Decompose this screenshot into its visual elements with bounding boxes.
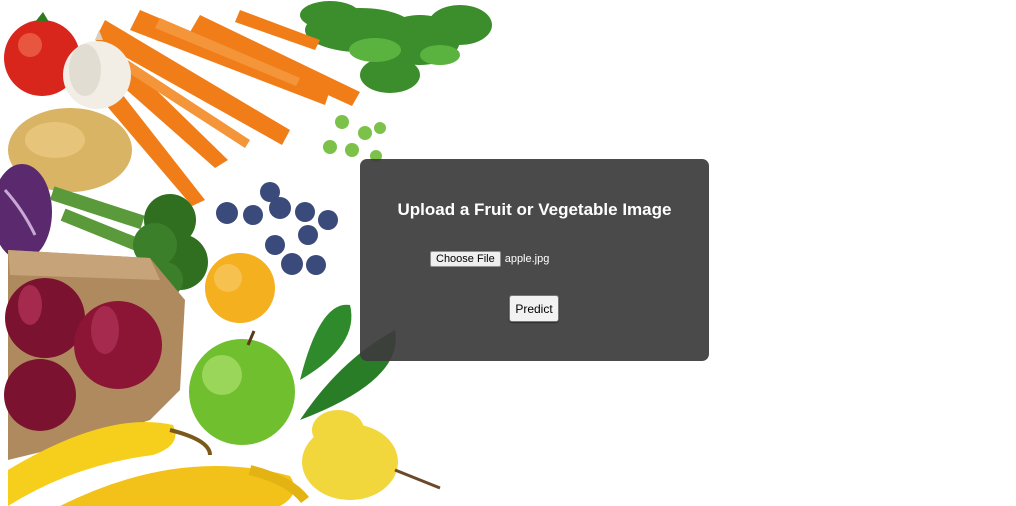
upload-panel: Upload a Fruit or Vegetable Image Choose… — [360, 159, 709, 361]
predict-button[interactable]: Predict — [509, 295, 559, 322]
selected-file-name: apple.jpg — [504, 252, 550, 265]
file-input-row: Choose File apple.jpg — [430, 250, 549, 267]
choose-file-button[interactable]: Choose File — [430, 250, 501, 267]
page-title: Upload a Fruit or Vegetable Image — [397, 200, 672, 219]
page: Upload a Fruit or Vegetable Image Choose… — [0, 0, 1016, 506]
